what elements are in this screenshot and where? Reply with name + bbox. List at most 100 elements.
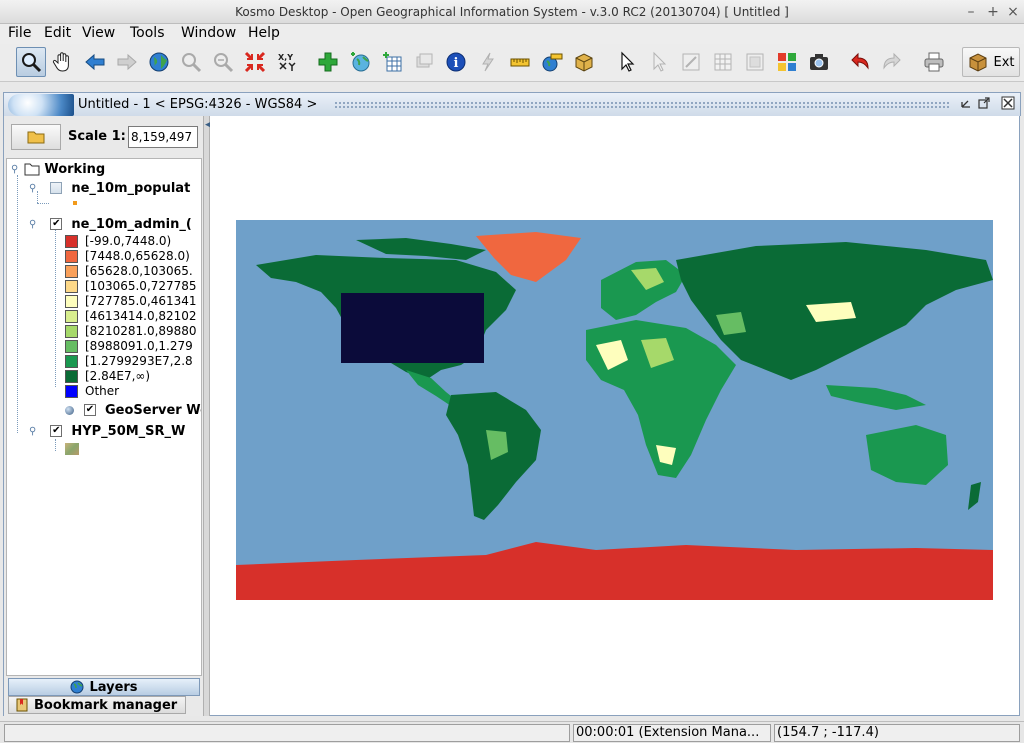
hand-icon (52, 52, 69, 72)
edit-vertex-button[interactable] (644, 47, 674, 77)
document-maximize-button[interactable] (976, 96, 992, 112)
legend-item: [2.84E7,∞) (65, 368, 150, 384)
grid-disabled-icon (714, 53, 732, 71)
redo-button[interactable] (877, 47, 907, 77)
legend-swatch (65, 264, 78, 278)
layer-visibility-checkbox[interactable]: ✔ (50, 425, 63, 437)
menu-edit[interactable]: Edit (42, 25, 73, 41)
legend-label: [-99.0,7448.0) (85, 234, 172, 248)
next-view-button[interactable] (112, 47, 142, 77)
legend-label: [103065.0,727785 (85, 279, 197, 293)
folder-icon (27, 131, 45, 144)
legend-swatch (65, 234, 78, 248)
layer-visibility-checkbox[interactable]: ✔ (50, 218, 63, 230)
document-close-button[interactable] (1000, 96, 1016, 112)
add-table-layer-button[interactable] (377, 47, 407, 77)
layer-item[interactable]: ⚲ ne_10m_populat (29, 180, 190, 196)
legend-swatch (65, 324, 78, 338)
table-plus-icon (383, 52, 402, 72)
info-tool-button[interactable]: i (441, 47, 471, 77)
document-titlebar: Untitled - 1 < EPSG:4326 - WGS84 > (3, 92, 1021, 116)
close-window-button[interactable]: × (1004, 3, 1022, 21)
legend-item: [-99.0,7448.0) (65, 233, 171, 249)
measure-area-button[interactable] (537, 47, 567, 77)
package-button[interactable] (569, 47, 599, 77)
layer-visibility-checkbox[interactable]: ✔ (84, 404, 96, 416)
printer-icon (924, 52, 944, 72)
legend-swatch (65, 294, 78, 308)
panel-splitter[interactable]: ◀ (203, 116, 212, 716)
expand-handle-icon[interactable]: ⚲ (29, 183, 36, 194)
document-minimize-button[interactable] (958, 96, 974, 112)
menu-view[interactable]: View (80, 25, 117, 41)
layer-item[interactable]: ✔ GeoServer We (65, 402, 202, 418)
window-titlebar: Kosmo Desktop - Open Geographical Inform… (0, 0, 1024, 24)
extensions-label: Ext (993, 54, 1015, 70)
globe-ruler-icon (542, 53, 563, 72)
layer-name: GeoServer We (105, 402, 202, 418)
map-canvas[interactable] (210, 116, 1020, 716)
snapshot-button[interactable] (804, 47, 834, 77)
hyperlink-tool-button[interactable] (473, 47, 503, 77)
layer-visibility-checkbox[interactable] (50, 182, 63, 194)
select-tool-button[interactable] (612, 47, 642, 77)
zoom-out-button[interactable] (208, 47, 238, 77)
menu-help[interactable]: Help (246, 25, 282, 41)
expand-handle-icon[interactable]: ⚲ (11, 164, 18, 175)
expand-handle-icon[interactable]: ⚲ (29, 219, 36, 230)
tree-connector (55, 439, 56, 451)
tab-layers[interactable]: Layers (8, 678, 200, 696)
legend-item: [7448.0,65628.0) (65, 248, 190, 264)
maximize-button[interactable]: + (984, 3, 1002, 21)
print-button[interactable] (919, 47, 949, 77)
add-wms-layer-button[interactable] (345, 47, 375, 77)
go-to-coordinate-button[interactable]: X,Y (272, 47, 302, 77)
menu-window[interactable]: Window (179, 25, 238, 41)
legend-item: [1.2799293E7,2.8 (65, 353, 193, 369)
legend-item: [8210281.0,89880 (65, 323, 197, 339)
tab-bookmarks-label: Bookmark manager (34, 697, 178, 713)
previous-view-button[interactable] (80, 47, 110, 77)
pan-tool-button[interactable] (48, 47, 78, 77)
layer-item[interactable]: ⚲ ✔ HYP_50M_SR_W (29, 423, 185, 439)
legend-label: [4613414.0,82102 (85, 309, 197, 323)
menu-file[interactable]: File (6, 25, 33, 41)
layer-item[interactable]: ⚲ ✔ ne_10m_admin_( (29, 216, 192, 232)
attribute-table-button[interactable] (708, 47, 738, 77)
legend-item: [8988091.0,1.279 (65, 338, 193, 354)
measure-distance-button[interactable] (505, 47, 535, 77)
status-message (4, 724, 570, 742)
undo-button[interactable] (845, 47, 875, 77)
legend-label: [7448.0,65628.0) (85, 249, 190, 263)
edit-feature-button[interactable] (676, 47, 706, 77)
filter-button[interactable] (740, 47, 770, 77)
zoom-out-icon (214, 53, 234, 73)
zoom-in-icon (182, 53, 202, 73)
point-symbol (73, 195, 77, 211)
zoom-tool-button[interactable] (16, 47, 46, 77)
edit-disabled-icon (682, 53, 700, 71)
globe-plus-icon (351, 52, 370, 72)
zoom-to-selection-button[interactable] (240, 47, 270, 77)
legend-colors-button[interactable] (772, 47, 802, 77)
titlebar-grip (334, 101, 950, 109)
globe-icon (70, 680, 84, 694)
shrink-arrows-icon (244, 51, 266, 73)
menu-tools[interactable]: Tools (128, 25, 167, 41)
open-project-button[interactable] (11, 124, 61, 150)
redo-arrow-icon (883, 52, 901, 70)
minimize-button[interactable]: – (962, 3, 980, 21)
point-marker-icon (73, 201, 77, 205)
zoom-to-full-extent-button[interactable] (144, 47, 174, 77)
window-title: Kosmo Desktop - Open Geographical Inform… (235, 5, 789, 19)
expand-handle-icon[interactable]: ⚲ (29, 426, 36, 437)
legend-swatch (65, 249, 78, 263)
tab-bookmark-manager[interactable]: Bookmark manager (8, 696, 186, 714)
category-working[interactable]: ⚲ Working (11, 161, 105, 177)
add-layer-button[interactable] (313, 47, 343, 77)
zoom-in-button[interactable] (176, 47, 206, 77)
layer-properties-button[interactable] (409, 47, 439, 77)
world-map[interactable] (236, 220, 993, 600)
extensions-button[interactable]: Ext (962, 47, 1020, 77)
scale-input[interactable] (128, 126, 198, 148)
